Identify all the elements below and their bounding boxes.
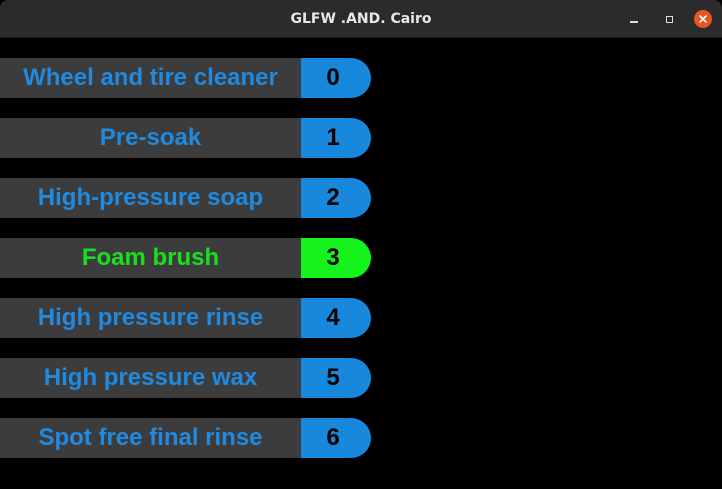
step-number: 4 [301,298,371,338]
step-row[interactable]: Wheel and tire cleaner 0 [0,58,371,98]
minimize-button[interactable] [625,10,643,28]
step-number: 3 [301,238,371,278]
step-row[interactable]: Pre-soak 1 [0,118,371,158]
step-number: 5 [301,358,371,398]
step-row[interactable]: High pressure wax 5 [0,358,371,398]
maximize-icon [665,15,673,23]
step-row[interactable]: High-pressure soap 2 [0,178,371,218]
step-number: 6 [301,418,371,458]
minimize-icon [630,21,638,23]
step-number: 0 [301,58,371,98]
step-label: Pre-soak [0,118,301,158]
step-row[interactable]: Spot free final rinse 6 [0,418,371,458]
title-bar[interactable]: GLFW .AND. Cairo [0,0,722,38]
steps-panel: Wheel and tire cleaner 0 Pre-soak 1 High… [0,38,722,489]
maximize-button[interactable] [660,10,678,28]
step-number: 1 [301,118,371,158]
step-label: High pressure rinse [0,298,301,338]
step-label: Wheel and tire cleaner [0,58,301,98]
close-button[interactable] [694,10,712,28]
step-label: Foam brush [0,238,301,278]
step-number: 2 [301,178,371,218]
step-label: High pressure wax [0,358,301,398]
step-row-active[interactable]: Foam brush 3 [0,238,371,278]
step-label: High-pressure soap [0,178,301,218]
step-row[interactable]: High pressure rinse 4 [0,298,371,338]
step-label: Spot free final rinse [0,418,301,458]
close-icon [699,15,707,23]
window-title: GLFW .AND. Cairo [290,11,432,27]
app-window: GLFW .AND. Cairo Wheel and tire cleaner … [0,0,722,489]
